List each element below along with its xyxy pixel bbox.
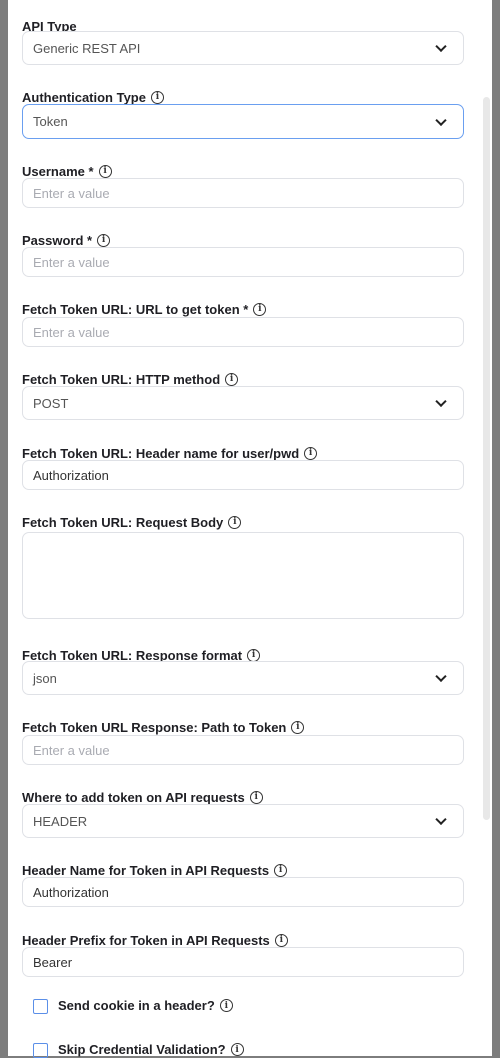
fetch-token-url-header-name-for-user-pwd-input[interactable]: Authorization [22,460,464,490]
chevron-down-icon [435,40,447,53]
chevron-down-icon [435,670,447,683]
fetch-token-url-header-name-for-user-pwd-label: Fetch Token URL: Header name for user/pw… [22,445,318,461]
field-value: Authorization [33,467,109,483]
placeholder: Enter a value [33,742,110,758]
info-icon[interactable]: i [304,446,318,460]
info-icon[interactable]: i [274,863,288,877]
info-icon[interactable]: i [150,90,164,104]
placeholder: Enter a value [33,254,110,270]
info-icon[interactable]: i [225,372,239,386]
field-value: POST [33,395,69,411]
info-icon[interactable]: i [253,302,267,316]
scrollbar[interactable] [483,97,490,820]
chevron-down-icon [435,114,447,126]
info-icon[interactable]: i [274,933,288,947]
fetch-token-url-request-body-label: Fetch Token URL: Request Body i [22,514,242,530]
username-input[interactable]: Enter a value [22,178,464,208]
password-label: Password * i [22,232,111,248]
info-icon[interactable]: i [98,164,112,178]
header-name-for-token-in-api-requests-label: Header Name for Token in API Requests i [22,862,288,878]
header-name-for-token-in-api-requests-input[interactable]: Authorization [22,877,464,907]
authentication-type-select[interactable]: Token [22,104,464,139]
label-text: Fetch Token URL: Request Body [22,514,224,530]
info-icon[interactable]: i [249,790,263,804]
fetch-token-url-response-format-select[interactable]: json [22,661,464,695]
field-value: HEADER [33,813,88,829]
info-icon[interactable]: i [97,233,111,247]
fetch-token-url-request-body-textarea[interactable] [22,532,464,619]
checkbox-label[interactable]: Skip Credential Validation? i [58,1042,244,1057]
field-value: json [33,670,57,686]
label-text: Fetch Token URL: URL to get token * [22,301,249,317]
info-icon[interactable]: i [228,515,242,529]
info-icon[interactable]: i [230,1043,244,1056]
label-text: Skip Credential Validation? [58,1042,226,1057]
info-icon[interactable]: i [247,648,261,662]
checkbox[interactable] [33,999,48,1014]
fetch-token-url-response-path-to-token-label: Fetch Token URL Response: Path to Token i [22,719,305,735]
label-text: Header Prefix for Token in API Requests [22,932,270,948]
label-text: Password * [22,232,93,248]
placeholder: Enter a value [33,324,110,340]
where-to-add-token-on-api-requests-label: Where to add token on API requests i [22,789,263,805]
fetch-token-url-http-method-label: Fetch Token URL: HTTP method i [22,371,239,387]
api-config-modal: API Type Generic REST API Authentication T… [8,0,492,1058]
label-text: Fetch Token URL: HTTP method [22,371,221,387]
checkbox-label[interactable]: Send cookie in a header? i [58,998,233,1013]
fetch-token-url-http-method-select[interactable]: POST [22,386,464,420]
field-value: Token [33,114,68,129]
chevron-down-icon [435,813,447,826]
info-icon[interactable]: i [291,720,305,734]
label-text: Header Name for Token in API Requests [22,862,270,878]
api-type-select[interactable]: Generic REST API [22,31,464,65]
label-text: Where to add token on API requests [22,789,245,805]
label-text: Username * [22,163,94,179]
authentication-type-label: Authentication Type i [22,89,164,105]
placeholder: Enter a value [33,185,110,201]
header-prefix-for-token-in-api-requests-label: Header Prefix for Token in API Requests i [22,932,288,948]
where-to-add-token-on-api-requests-select[interactable]: HEADER [22,804,464,838]
field-value: Bearer [33,954,73,970]
username-label: Username * i [22,163,112,179]
fetch-token-url-response-path-to-token-input[interactable]: Enter a value [22,735,464,765]
field-value: Generic REST API [33,40,141,56]
info-icon[interactable]: i [219,999,233,1012]
label-text: Fetch Token URL: Header name for user/pw… [22,445,300,461]
field-value: Authorization [33,884,109,900]
fetch-token-url-url-to-get-token-label: Fetch Token URL: URL to get token * i [22,301,267,317]
header-prefix-for-token-in-api-requests-input[interactable]: Bearer [22,947,464,977]
label-text: Authentication Type [22,89,146,105]
chevron-down-icon [435,395,447,408]
password-input[interactable]: Enter a value [22,247,464,277]
label-text: Send cookie in a header? [58,998,215,1013]
label-text: Fetch Token URL Response: Path to Token [22,719,287,735]
fetch-token-url-url-to-get-token-input[interactable]: Enter a value [22,317,464,347]
